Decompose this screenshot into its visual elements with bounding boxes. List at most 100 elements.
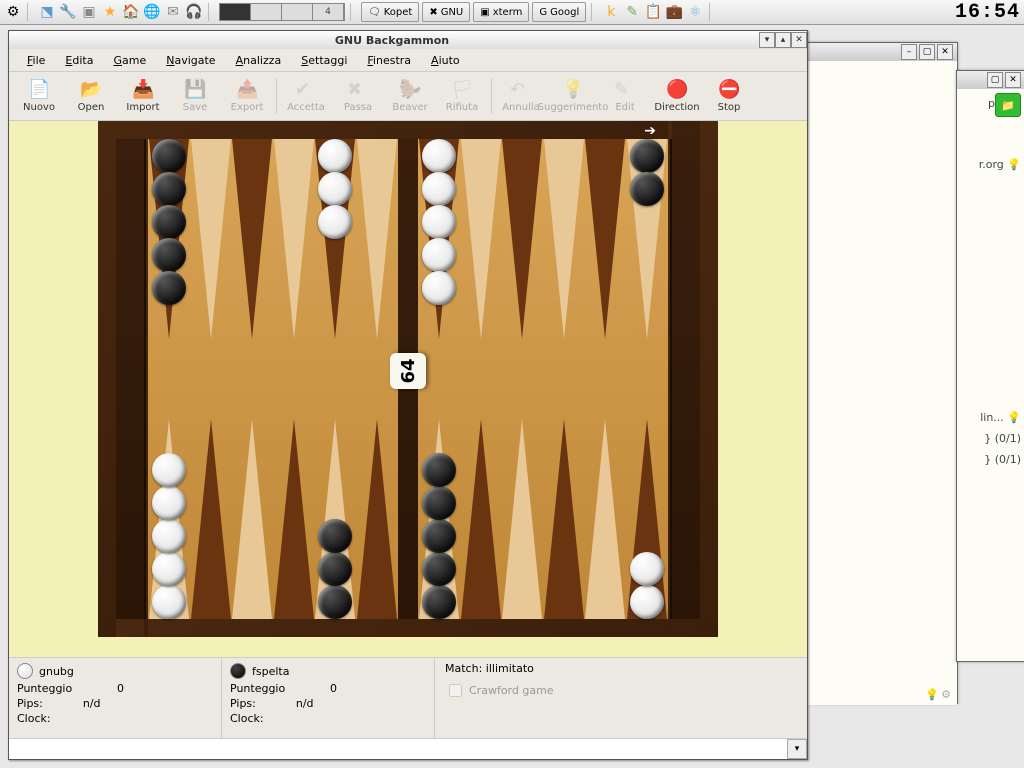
bg2-close-button[interactable]: ✕ [1005, 72, 1021, 88]
checker-white[interactable] [152, 486, 186, 520]
command-input[interactable] [9, 740, 787, 758]
backgammon-board[interactable]: ➔ 64 [98, 121, 718, 637]
export-button: 📤Export [221, 73, 273, 119]
checker-white[interactable] [422, 238, 456, 272]
player1-score: 0 [117, 682, 124, 695]
new-button[interactable]: 📄Nuovo [13, 73, 65, 119]
menu-settaggi[interactable]: Settaggi [291, 52, 357, 69]
checker-white[interactable] [422, 205, 456, 239]
direction-button[interactable]: 🔴Direction [651, 73, 703, 119]
menu-game[interactable]: Game [103, 52, 156, 69]
menu-analizza[interactable]: Analizza [226, 52, 292, 69]
menu-file[interactable]: File [17, 52, 55, 69]
player1-color-icon [17, 663, 33, 679]
checker-black[interactable] [630, 139, 664, 173]
checker-black[interactable] [422, 453, 456, 487]
checker-white[interactable] [630, 585, 664, 619]
beaver-button: 🦫Beaver [384, 73, 436, 119]
checker-white[interactable] [422, 271, 456, 305]
bg2-maximize-button[interactable]: ▢ [987, 72, 1003, 88]
kmenu-icon[interactable]: ⚙ [4, 3, 22, 21]
match-length: illimitato [486, 662, 534, 675]
tray-sound-icon[interactable]: 📋 [644, 3, 662, 21]
checker-white[interactable] [152, 585, 186, 619]
command-dropdown-button[interactable]: ▾ [787, 739, 807, 759]
open-icon: 📂 [80, 79, 102, 101]
checker-white[interactable] [152, 453, 186, 487]
bg1-minimize-button[interactable]: – [901, 44, 917, 60]
match-panel: Match: illimitato Crawford game [435, 658, 807, 738]
globe-icon[interactable]: 🌐 [143, 3, 161, 21]
star-icon[interactable]: ★ [101, 3, 119, 21]
checker-white[interactable] [422, 172, 456, 206]
menu-button[interactable]: ▾ [759, 32, 775, 48]
tray-wallet-icon[interactable]: 💼 [665, 3, 683, 21]
window-title: GNU Backgammon [25, 34, 759, 47]
player2-color-icon [230, 663, 246, 679]
folder-up-icon[interactable]: 📁 [995, 93, 1021, 117]
checker-white[interactable] [422, 139, 456, 173]
tray-kopete-icon[interactable]: k [602, 3, 620, 21]
edit-button: ✎Edit [599, 73, 651, 119]
import-button[interactable]: 📥Import [117, 73, 169, 119]
open-button[interactable]: 📂Open [65, 73, 117, 119]
bearoff-left[interactable] [116, 139, 146, 619]
close-button[interactable]: ✕ [791, 32, 807, 48]
desktop-icon[interactable]: ⬔ [38, 3, 56, 21]
window-icon[interactable]: ▣ [80, 3, 98, 21]
checker-white[interactable] [630, 552, 664, 586]
checker-white[interactable] [152, 552, 186, 586]
lightbulb-icon[interactable]: 💡 [925, 688, 939, 701]
pager-desktop-4[interactable]: 4 [313, 4, 344, 20]
mail-icon[interactable]: ✉ [164, 3, 182, 21]
task-kopet[interactable]: 🗨Kopet [361, 2, 419, 22]
checker-black[interactable] [152, 139, 186, 173]
gear-icon[interactable]: ⚙ [941, 688, 951, 701]
menu-edita[interactable]: Edita [55, 52, 103, 69]
hint-button: 💡Suggerimento [547, 73, 599, 119]
task-gnu[interactable]: ✖GNU [422, 2, 470, 22]
minimize-button[interactable]: ▴ [775, 32, 791, 48]
checker-black[interactable] [422, 486, 456, 520]
task-googl[interactable]: GGoogl [532, 2, 586, 22]
checker-black[interactable] [422, 552, 456, 586]
checker-black[interactable] [152, 271, 186, 305]
bg1-maximize-button[interactable]: ▢ [919, 44, 935, 60]
background-window-1: – ▢ ✕ 💡 ⚙ [806, 42, 958, 704]
checker-black[interactable] [630, 172, 664, 206]
checker-black[interactable] [152, 205, 186, 239]
menubar: FileEditaGameNavigateAnalizzaSettaggiFin… [9, 49, 807, 72]
checker-black[interactable] [152, 238, 186, 272]
direction-arrow-icon[interactable]: ➔ [644, 123, 656, 139]
tray-clipboard-icon[interactable]: ✎ [623, 3, 641, 21]
doubling-cube[interactable]: 64 [390, 353, 426, 389]
status-panel: gnubg Punteggio0 Pips:n/d Clock: fspelta… [9, 657, 807, 738]
bearoff-right[interactable] [670, 139, 700, 619]
pass-icon: ✖ [347, 79, 369, 101]
desktop-pager[interactable]: 4 [219, 3, 345, 21]
pager-desktop-3[interactable] [282, 4, 313, 20]
undo-icon: ↶ [510, 79, 532, 101]
edit-icon: ✎ [614, 79, 636, 101]
menu-navigate[interactable]: Navigate [156, 52, 225, 69]
kde-taskbar: ⚙ ⬔ 🔧 ▣ ★ 🏠 🌐 ✉ 🎧 4 🗨Kopet✖GNU▣xtermGGoo… [0, 0, 1024, 25]
bg1-close-button[interactable]: ✕ [937, 44, 953, 60]
checker-black[interactable] [422, 585, 456, 619]
menu-finestra[interactable]: Finestra [357, 52, 421, 69]
home-icon[interactable]: 🏠 [122, 3, 140, 21]
taskbar-clock[interactable]: 16:54 [955, 1, 1020, 24]
checker-black[interactable] [152, 172, 186, 206]
menu-aiuto[interactable]: Aiuto [421, 52, 470, 69]
tray-network-icon[interactable]: ⚛ [686, 3, 704, 21]
checker-white[interactable] [152, 519, 186, 553]
crawford-checkbox: Crawford game [445, 681, 797, 700]
wrench-icon[interactable]: 🔧 [59, 3, 77, 21]
titlebar[interactable]: GNU Backgammon ▾ ▴ ✕ [9, 31, 807, 49]
checker-black[interactable] [422, 519, 456, 553]
music-icon[interactable]: 🎧 [185, 3, 203, 21]
pager-desktop-2[interactable] [251, 4, 282, 20]
refuse-icon: 🏳 [451, 79, 473, 101]
stop-button[interactable]: ⛔Stop [703, 73, 755, 119]
task-xterm[interactable]: ▣xterm [473, 2, 529, 22]
pager-desktop-1[interactable] [220, 4, 251, 20]
